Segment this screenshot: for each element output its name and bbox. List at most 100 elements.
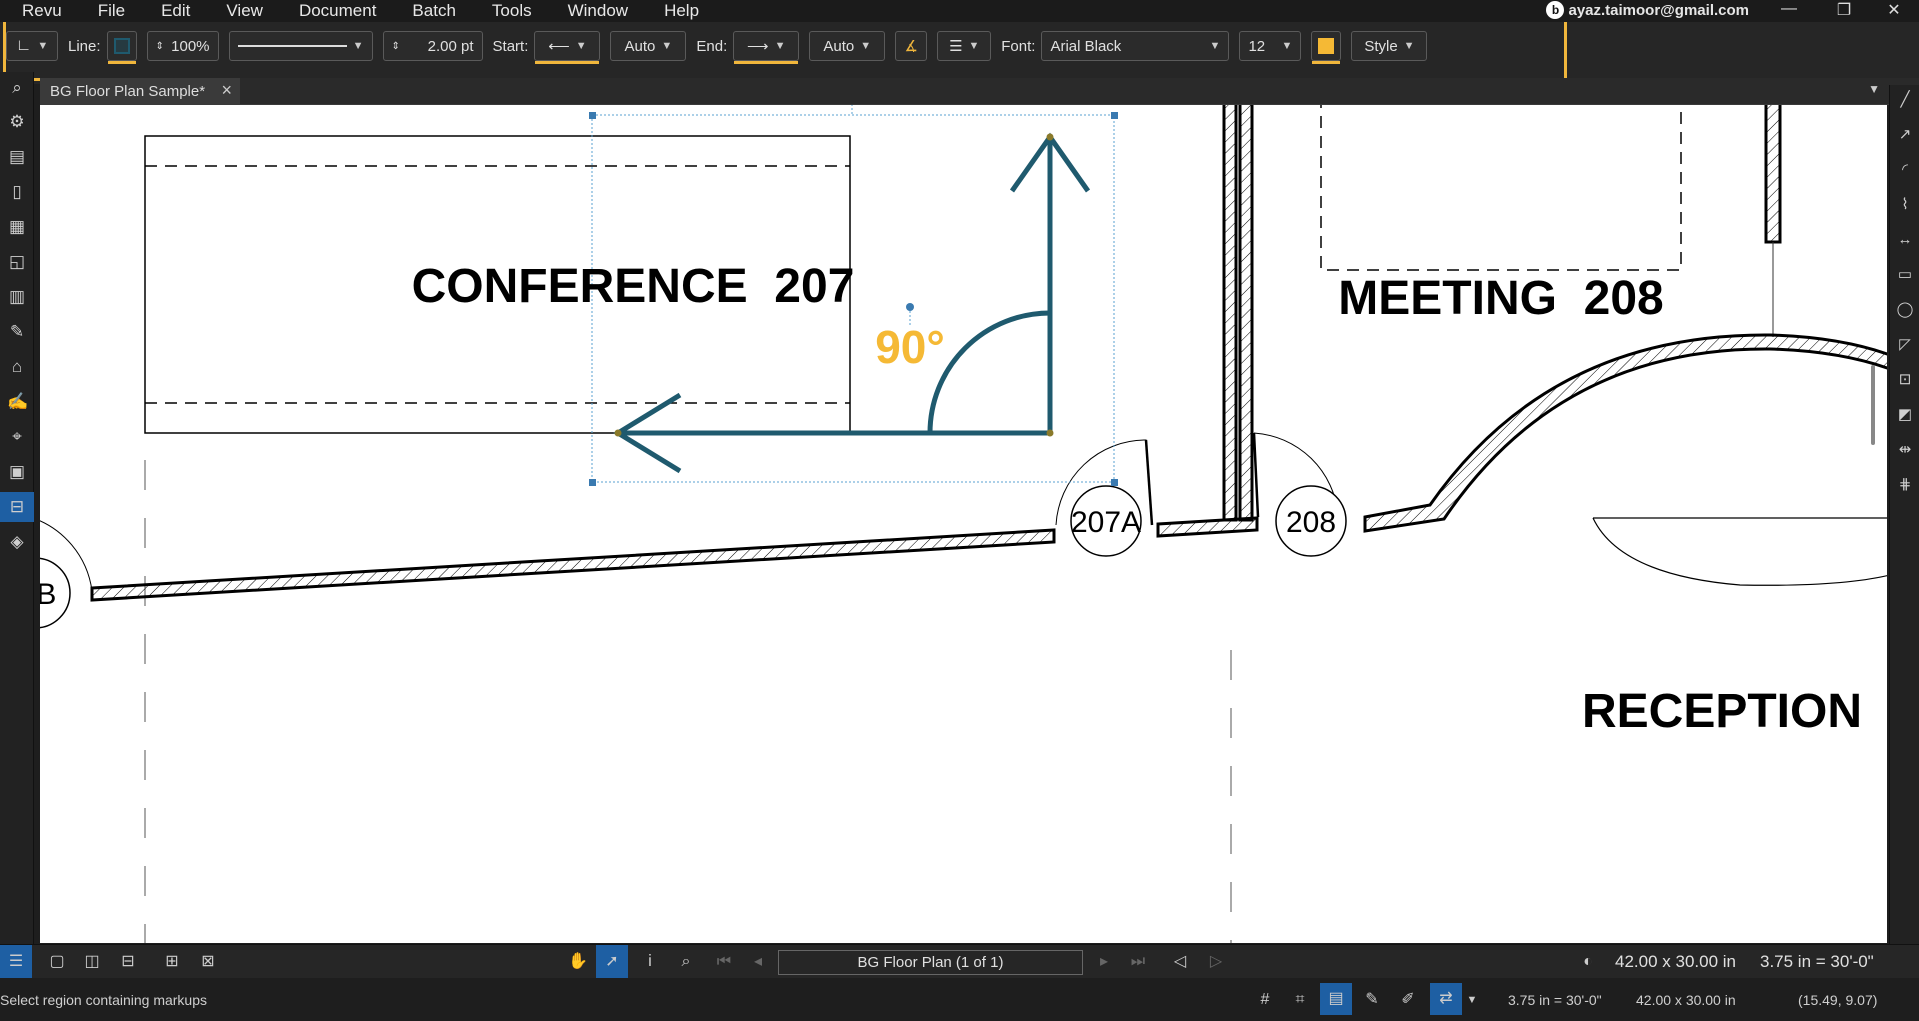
menu-window[interactable]: Window — [568, 1, 628, 21]
length-tool-icon[interactable]: ⇹ — [1895, 440, 1915, 460]
start-arrow-dropdown[interactable]: ⟵ ▼ — [534, 31, 601, 64]
volume-tool-icon[interactable]: ◩ — [1895, 405, 1915, 425]
angle-measure-button[interactable]: ∡ — [895, 31, 928, 61]
polyline-tool-icon[interactable]: ⌇ — [1895, 195, 1915, 215]
select-tool-icon[interactable]: ➚ — [596, 945, 628, 978]
active-underline — [535, 61, 600, 64]
bookmarks-icon[interactable]: ▯ — [7, 182, 27, 202]
single-page-icon[interactable]: ▢ — [47, 952, 67, 972]
snap-to-markup-icon[interactable]: ✎ — [1362, 990, 1382, 1010]
next-view-icon[interactable]: ▷ — [1206, 952, 1226, 972]
next-page-icon[interactable]: ▸ — [1094, 952, 1114, 972]
page-scale: 3.75 in = 30'-0" — [1760, 952, 1874, 971]
previous-view-icon[interactable]: ◁ — [1170, 952, 1190, 972]
close-window-icon[interactable]: ✕ — [1874, 0, 1914, 20]
rectangle-tool-icon[interactable]: ▭ — [1895, 265, 1915, 285]
tool-chest-icon[interactable]: ▤ — [7, 147, 27, 167]
arc-tool-icon[interactable]: ◜ — [1895, 160, 1915, 180]
selection-handle[interactable] — [589, 479, 596, 486]
line-color-button[interactable] — [106, 31, 137, 64]
measurements-icon[interactable]: ⊟ — [0, 492, 34, 522]
previous-page-icon[interactable]: ◂ — [748, 952, 768, 972]
drawing-canvas[interactable]: CONFERENCE 207 MEETING 208 RECEPTION 90°… — [40, 105, 1887, 943]
vertical-scrollbar[interactable] — [1871, 365, 1875, 445]
search-icon[interactable]: ⌕ — [7, 78, 27, 98]
line-width-spinner[interactable]: ⇕ 2.00 pt — [382, 31, 483, 61]
menu-batch[interactable]: Batch — [412, 1, 455, 21]
pan-tool-icon[interactable]: ✋ — [568, 952, 588, 972]
angle-value-label[interactable]: 90° — [875, 321, 945, 373]
file-access-icon[interactable]: ◱ — [7, 252, 27, 272]
dimension-tool-icon[interactable]: ↔ — [1895, 230, 1915, 250]
style-dropdown[interactable]: Style ▼ — [1351, 31, 1428, 61]
count-tool-icon[interactable]: ⋕ — [1895, 475, 1915, 495]
last-page-icon[interactable]: ⏭ — [1128, 952, 1148, 972]
selection-handle[interactable] — [1111, 112, 1118, 119]
label-handle[interactable] — [906, 303, 914, 311]
sync-markup-icon[interactable]: ⇄ — [1430, 983, 1462, 1015]
snap-to-grid-icon[interactable]: ⌗ — [1290, 990, 1310, 1010]
menu-file[interactable]: File — [98, 1, 125, 21]
studio-icon[interactable]: ⌂ — [7, 357, 27, 377]
panel-list-icon[interactable]: ☰ — [0, 945, 32, 978]
text-color-button[interactable] — [1311, 31, 1342, 64]
menu-help[interactable]: Help — [664, 1, 699, 21]
settings-icon[interactable]: ⚙ — [7, 112, 27, 132]
text-align-dropdown[interactable]: ☰ ▼ — [937, 31, 992, 61]
places-icon[interactable]: ⌖ — [7, 427, 27, 447]
vertex-handle[interactable] — [1046, 133, 1054, 141]
menu-view[interactable]: View — [226, 1, 263, 21]
markups-list-icon[interactable]: ▥ — [7, 287, 27, 307]
door-tag-207b: 7B — [40, 578, 56, 611]
toolbox-icon[interactable]: ▣ — [7, 462, 27, 482]
tab-bg-floor-plan[interactable]: BG Floor Plan Sample* × — [40, 78, 240, 105]
line-style-dropdown[interactable]: ▼ — [228, 31, 373, 61]
door-tag-208: 208 — [1286, 506, 1336, 539]
close-tab-icon[interactable]: × — [221, 80, 232, 101]
grid-icon[interactable]: # — [1255, 990, 1275, 1010]
angle-tool-dropdown[interactable]: ∟ ▼ — [6, 31, 58, 61]
compare-icon[interactable]: ⊠ — [198, 952, 218, 972]
contrast-icon[interactable]: ◐ — [1578, 952, 1598, 972]
vertex-handle[interactable] — [1046, 429, 1054, 437]
ellipse-tool-icon[interactable]: ◯ — [1895, 300, 1915, 320]
chevron-down-icon[interactable]: ▼ — [1462, 990, 1482, 1010]
thumbnails-icon[interactable]: ▦ — [7, 217, 27, 237]
split-horizontal-icon[interactable]: ⊟ — [118, 952, 138, 972]
font-family-dropdown[interactable]: Arial Black ▼ — [1041, 31, 1230, 61]
right-tool-bar: ╱ ↗ ◜ ⌇ ↔ ▭ ◯ ◸ ⊡ ◩ ⇹ ⋕ — [1889, 85, 1919, 944]
zoom-icon[interactable]: ⌕ — [676, 952, 696, 972]
line-tool-icon[interactable]: ╱ — [1895, 90, 1915, 110]
tab-list-chevron-icon[interactable]: ▼ — [1868, 82, 1880, 96]
split-vertical-icon[interactable]: ◫ — [82, 952, 102, 972]
area-tool-icon[interactable]: ⊡ — [1895, 370, 1915, 390]
restore-icon[interactable]: ❐ — [1824, 0, 1864, 20]
selection-handle[interactable] — [589, 112, 596, 119]
polygon-tool-icon[interactable]: ◸ — [1895, 335, 1915, 355]
signatures-icon[interactable]: ✍ — [7, 392, 28, 412]
cursor-coordinates: (15.49, 9.07) — [1798, 992, 1878, 1008]
menu-document[interactable]: Document — [299, 1, 376, 21]
arrow-tool-icon[interactable]: ↗ — [1895, 125, 1915, 145]
page-indicator[interactable]: BG Floor Plan (1 of 1) — [778, 950, 1083, 975]
snap-to-content-icon[interactable]: ▤ — [1320, 983, 1352, 1015]
selection-handle[interactable] — [1111, 479, 1118, 486]
end-size-dropdown[interactable]: Auto ▼ — [809, 31, 886, 61]
text-select-icon[interactable]: Ꭵ — [640, 952, 660, 972]
first-page-icon[interactable]: ⏮ — [714, 952, 734, 972]
font-size-dropdown[interactable]: 12 ▼ — [1239, 31, 1302, 61]
opacity-spinner[interactable]: ⇕ 100% — [146, 31, 219, 61]
minimize-icon[interactable]: — — [1769, 0, 1809, 18]
menu-tools[interactable]: Tools — [492, 1, 532, 21]
layers-icon[interactable]: ◈ — [7, 532, 27, 552]
sync-icon[interactable]: ⊞ — [162, 952, 182, 972]
forms-icon[interactable]: ✎ — [7, 322, 27, 342]
vertex-handle[interactable] — [614, 429, 622, 437]
user-account[interactable]: b ayaz.taimoor@gmail.com — [1546, 1, 1749, 19]
menu-edit[interactable]: Edit — [161, 1, 190, 21]
start-size-dropdown[interactable]: Auto ▼ — [610, 31, 687, 61]
reuse-icon[interactable]: ✐ — [1398, 990, 1418, 1010]
end-arrow-dropdown[interactable]: ⟶ ▼ — [733, 31, 800, 64]
curved-wall — [1363, 333, 1887, 533]
menu-revu[interactable]: Revu — [22, 1, 62, 21]
